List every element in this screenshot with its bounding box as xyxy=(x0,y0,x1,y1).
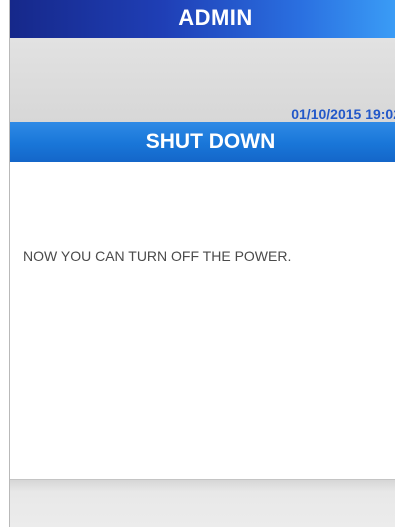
shutdown-message: NOW YOU CAN TURN OFF THE POWER. xyxy=(23,248,292,264)
user-label: ADMIN xyxy=(178,5,253,30)
page-title: SHUT DOWN xyxy=(145,130,276,153)
info-panel: 01/10/2015 19:02 xyxy=(10,38,395,122)
content-area: NOW YOU CAN TURN OFF THE POWER. xyxy=(10,162,395,479)
page-title-bar: SHUT DOWN xyxy=(10,122,395,162)
user-header-bar: ADMIN xyxy=(10,0,395,38)
footer-bar xyxy=(10,479,395,527)
device-screen: ADMIN 01/10/2015 19:02 SHUT DOWN NOW YOU… xyxy=(9,0,395,527)
datetime-display: 01/10/2015 19:02 xyxy=(291,106,395,122)
